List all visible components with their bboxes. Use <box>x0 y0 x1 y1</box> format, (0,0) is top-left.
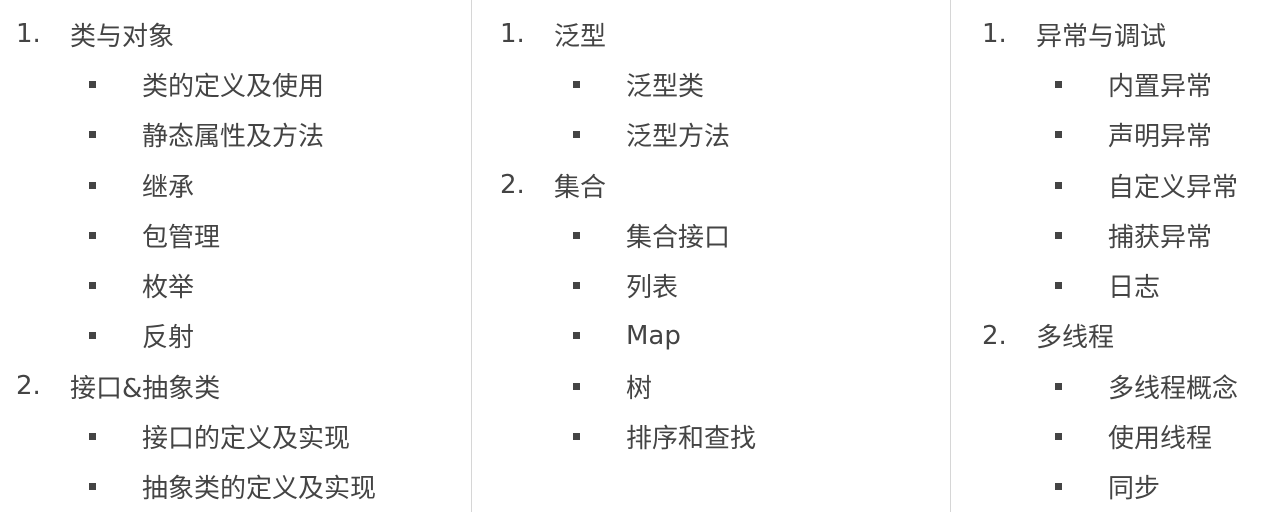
square-bullet-icon <box>89 231 96 239</box>
list-item-label: 集合接口 <box>626 222 731 253</box>
section-title: 多线程 <box>1036 323 1115 354</box>
square-bullet-icon <box>573 131 580 139</box>
square-bullet-icon <box>1055 80 1062 88</box>
list-item: Map <box>472 311 950 361</box>
section-number: 1. <box>500 19 525 50</box>
square-bullet-icon <box>1055 382 1062 390</box>
list-item-label: 声明异常 <box>1108 122 1213 153</box>
list-item-label: 泛型类 <box>626 71 705 102</box>
list-item: 列表 <box>472 260 950 310</box>
outline-list: 1. 泛型 泛型类泛型方法 2. 集合 集合接口列表 Map 树排序和查找 <box>472 9 950 462</box>
square-bullet-icon <box>1055 483 1062 491</box>
list-item-label: 接口的定义及实现 <box>142 424 351 455</box>
outline-columns: 1. 类与对象类的定义及使用 静态属性及方法 继承包管理枚举反射 2. 接口&抽象类接口的… <box>0 0 1268 512</box>
section-heading: 2. 接口&抽象类 <box>0 361 471 411</box>
square-bullet-icon <box>1055 433 1062 441</box>
section-number: 2. <box>982 320 1007 351</box>
square-bullet-icon <box>1055 181 1062 189</box>
list-item-label: 抽象类的定义及实现 <box>142 474 377 505</box>
outline-list: 1. 类与对象类的定义及使用 静态属性及方法 继承包管理枚举反射 2. 接口&抽象类接口的… <box>0 9 471 512</box>
list-item-label: 内置异常 <box>1108 71 1213 102</box>
section-number: 1. <box>16 19 41 50</box>
list-item: 类的定义及使用 <box>0 59 471 109</box>
square-bullet-icon <box>573 433 580 441</box>
list-item: 包管理 <box>0 210 471 260</box>
square-bullet-icon <box>89 282 96 290</box>
list-item-label: Map <box>626 320 681 351</box>
list-item: 静态属性及方法 <box>0 110 471 160</box>
list-item: 集合接口 <box>472 210 950 260</box>
list-item: 内置异常 <box>951 59 1268 109</box>
list-item-label: 捕获异常 <box>1108 222 1213 253</box>
list-item-label: 类的定义及使用 <box>142 71 325 102</box>
section-number: 2. <box>500 170 525 201</box>
list-item: 接口的定义及实现 <box>0 411 471 461</box>
section-title: 集合 <box>554 172 607 203</box>
list-item: 抽象类的定义及实现 <box>0 462 471 512</box>
square-bullet-icon <box>573 382 580 390</box>
list-item: 枚举 <box>0 260 471 310</box>
square-bullet-icon <box>1055 231 1062 239</box>
section-number: 2. <box>16 371 41 402</box>
list-item: 多线程概念 <box>951 361 1268 411</box>
list-item: 捕获异常 <box>951 210 1268 260</box>
square-bullet-icon <box>573 282 580 290</box>
section-heading: 1. 异常与调试 <box>951 9 1268 59</box>
square-bullet-icon <box>89 131 96 139</box>
section-title: 异常与调试 <box>1036 21 1167 52</box>
square-bullet-icon <box>89 332 96 340</box>
list-item: 树 <box>472 361 950 411</box>
square-bullet-icon <box>89 181 96 189</box>
list-item-label: 排序和查找 <box>626 424 757 455</box>
list-item-label: 继承 <box>142 172 195 203</box>
square-bullet-icon <box>89 433 96 441</box>
list-item-label: 日志 <box>1108 273 1161 304</box>
list-item: 泛型方法 <box>472 110 950 160</box>
list-item: 同步 <box>951 462 1268 512</box>
square-bullet-icon <box>1055 131 1062 139</box>
list-item: 继承 <box>0 160 471 210</box>
list-item: 反射 <box>0 311 471 361</box>
section-title: 类与对象 <box>70 21 175 52</box>
list-item: 使用线程 <box>951 411 1268 461</box>
square-bullet-icon <box>89 483 96 491</box>
list-item-label: 静态属性及方法 <box>142 122 325 153</box>
list-item-label: 泛型方法 <box>626 122 731 153</box>
list-item: 自定义异常 <box>951 160 1268 210</box>
list-item-label: 包管理 <box>142 222 221 253</box>
outline-column-3: 1. 异常与调试内置异常声明异常自定义异常捕获异常日志 2. 多线程多线程概念使用线程… <box>950 0 1268 512</box>
list-item-label: 使用线程 <box>1108 424 1213 455</box>
list-item-label: 同步 <box>1108 474 1161 505</box>
square-bullet-icon <box>1055 282 1062 290</box>
list-item-label: 列表 <box>626 273 679 304</box>
outline-column-1: 1. 类与对象类的定义及使用 静态属性及方法 继承包管理枚举反射 2. 接口&抽象类接口的… <box>0 0 471 512</box>
section-heading: 2. 集合 <box>472 160 950 210</box>
list-item-label: 多线程概念 <box>1108 373 1239 404</box>
square-bullet-icon <box>573 332 580 340</box>
list-item-label: 反射 <box>142 323 195 354</box>
list-item: 日志 <box>951 260 1268 310</box>
square-bullet-icon <box>89 80 96 88</box>
list-item: 泛型类 <box>472 59 950 109</box>
outline-list: 1. 异常与调试内置异常声明异常自定义异常捕获异常日志 2. 多线程多线程概念使用线程… <box>951 9 1268 512</box>
square-bullet-icon <box>573 80 580 88</box>
list-item-label: 枚举 <box>142 273 195 304</box>
section-heading: 2. 多线程 <box>951 311 1268 361</box>
section-title: 接口&抽象类 <box>70 373 221 404</box>
outline-column-2: 1. 泛型 泛型类泛型方法 2. 集合 集合接口列表 Map 树排序和查找 <box>471 0 950 512</box>
list-item-label: 树 <box>626 373 653 404</box>
list-item: 排序和查找 <box>472 411 950 461</box>
section-heading: 1. 泛型 <box>472 9 950 59</box>
section-number: 1. <box>982 19 1007 50</box>
section-heading: 1. 类与对象 <box>0 9 471 59</box>
list-item-label: 自定义异常 <box>1108 172 1239 203</box>
section-title: 泛型 <box>554 21 607 52</box>
list-item: 声明异常 <box>951 110 1268 160</box>
square-bullet-icon <box>573 231 580 239</box>
